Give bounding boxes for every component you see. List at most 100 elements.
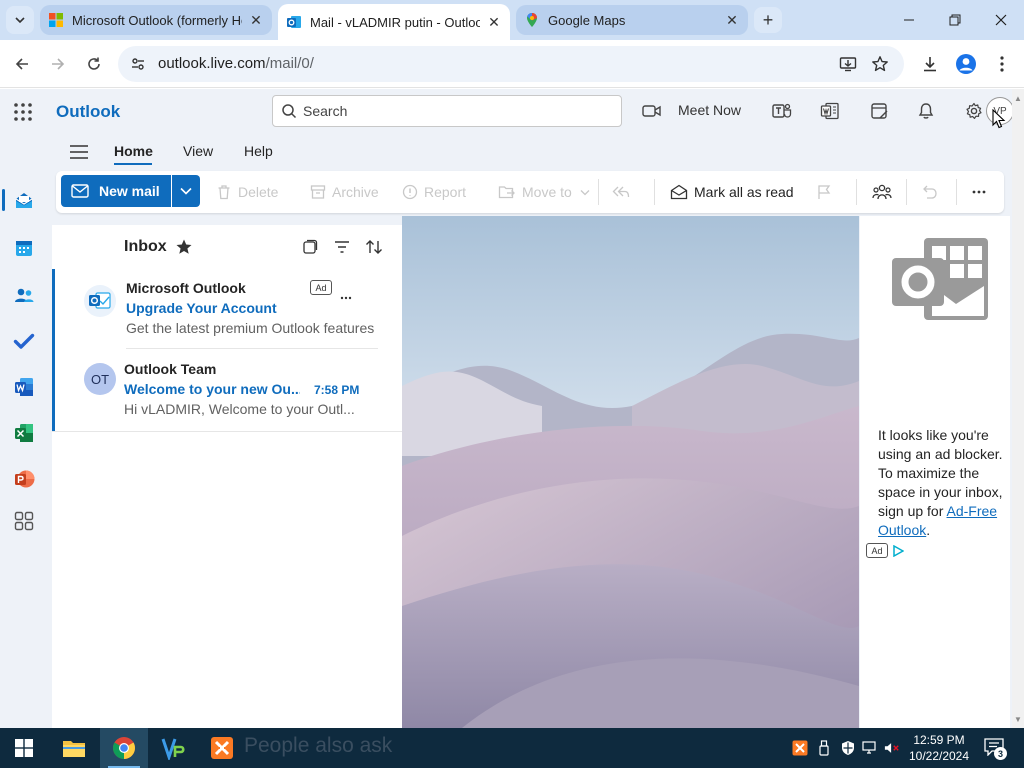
more-apps-icon <box>14 511 34 531</box>
tray-volume-muted-icon[interactable] <box>884 740 900 756</box>
rail-people[interactable] <box>12 283 36 307</box>
envelope-open-icon <box>670 184 688 200</box>
rail-calendar[interactable] <box>12 236 36 260</box>
browser-menu-icon[interactable] <box>992 54 1012 74</box>
address-bar[interactable]: outlook.live.com/mail/0/ <box>118 46 904 82</box>
install-app-icon[interactable] <box>838 54 858 74</box>
message-divider <box>52 431 402 432</box>
rail-more-apps[interactable] <box>12 509 36 533</box>
mouse-cursor-icon <box>992 109 1006 129</box>
new-mail-button[interactable]: New mail <box>61 175 171 207</box>
restore-button[interactable] <box>932 0 978 40</box>
start-button[interactable] <box>0 728 48 768</box>
rail-excel[interactable] <box>12 421 36 445</box>
message-preview: Hi vLADMIR, Welcome to your Outl... <box>124 401 355 417</box>
browser-tab-microsoft-outlook[interactable]: Microsoft Outlook (formerly Ho ✕ <box>40 5 272 35</box>
archive-button[interactable]: Archive <box>310 181 379 203</box>
rail-todo[interactable] <box>12 329 36 353</box>
tab-help[interactable]: Help <box>244 143 273 159</box>
close-window-button[interactable] <box>978 0 1024 40</box>
active-tab-indicator <box>114 163 152 165</box>
undo-button[interactable] <box>922 181 944 203</box>
rail-mail[interactable] <box>12 189 36 213</box>
scroll-up-arrow-icon[interactable]: ▲ <box>1014 95 1022 103</box>
settings-gear-icon[interactable] <box>964 101 984 121</box>
back-button[interactable] <box>8 50 36 78</box>
browser-tab-google-maps[interactable]: Google Maps ✕ <box>516 5 748 35</box>
scroll-down-arrow-icon[interactable]: ▼ <box>1014 716 1022 724</box>
report-label: Report <box>424 184 467 200</box>
tab-home[interactable]: Home <box>114 143 153 159</box>
browser-tab-mail[interactable]: Mail - vLADMIR putin - Outlook ✕ <box>278 4 510 40</box>
taskbar-file-explorer[interactable] <box>50 728 98 768</box>
forward-button[interactable] <box>44 50 72 78</box>
flag-button[interactable] <box>816 181 838 203</box>
bookmark-star-icon[interactable] <box>870 54 890 74</box>
taskbar-clock[interactable]: 12:59 PM 10/22/2024 <box>902 732 976 764</box>
meet-now-icon[interactable] <box>642 101 662 121</box>
notifications-bell-icon[interactable] <box>916 101 936 121</box>
delete-button[interactable]: Delete <box>216 181 278 203</box>
message-subject: Welcome to your new Ou... <box>124 381 300 397</box>
mail-compose-icon <box>71 184 89 198</box>
close-tab-icon[interactable]: ✕ <box>486 14 502 30</box>
filter-icon[interactable] <box>332 237 352 257</box>
ribbon-separator <box>856 179 857 205</box>
meet-now-button[interactable]: Meet Now <box>678 102 741 118</box>
office-apps-icon[interactable] <box>820 101 840 121</box>
taskbar-app-v[interactable] <box>150 728 198 768</box>
new-tab-button[interactable]: + <box>754 7 782 33</box>
taskbar-xampp[interactable] <box>198 728 246 768</box>
reply-all-button[interactable] <box>612 181 636 203</box>
ribbon-separator <box>956 179 957 205</box>
tray-defender-icon[interactable] <box>840 740 856 756</box>
page-scrollbar[interactable]: ▲ ▼ <box>1012 89 1024 728</box>
ribbon-separator <box>906 179 907 205</box>
google-maps-icon <box>527 13 537 27</box>
site-info-icon[interactable] <box>126 52 150 76</box>
tray-xampp-icon[interactable] <box>792 740 808 756</box>
groups-button[interactable] <box>872 181 898 203</box>
outlook-brand[interactable]: Outlook <box>56 102 120 122</box>
tray-network-icon[interactable] <box>862 740 878 756</box>
taskbar-chrome[interactable] <box>100 728 148 768</box>
message-list-pane: Inbox Microsoft Outlook Ad Upgrade Your … <box>52 225 402 728</box>
download-icon[interactable] <box>920 54 940 74</box>
message-item-ad[interactable]: Microsoft Outlook Ad Upgrade Your Accoun… <box>52 269 402 349</box>
new-mail-label: New mail <box>99 183 160 199</box>
select-icon[interactable] <box>300 237 320 257</box>
ad-choices[interactable]: Ad <box>866 543 904 558</box>
notification-count: 3 <box>994 747 1007 760</box>
reload-button[interactable] <box>80 50 108 78</box>
tray-usb-icon[interactable] <box>816 740 832 756</box>
rail-word[interactable] <box>12 375 36 399</box>
trash-icon <box>216 184 232 200</box>
archive-icon <box>310 184 326 200</box>
teams-icon[interactable] <box>772 101 792 121</box>
sort-icon[interactable] <box>364 237 384 257</box>
search-input[interactable] <box>303 101 603 121</box>
tab-search-button[interactable] <box>6 6 34 34</box>
move-to-button[interactable]: Move to <box>498 181 590 203</box>
new-mail-dropdown[interactable] <box>172 175 200 207</box>
more-actions-button[interactable] <box>972 181 992 203</box>
action-center-button[interactable]: 3 <box>984 738 1007 760</box>
xampp-icon <box>211 737 233 759</box>
close-tab-icon[interactable]: ✕ <box>724 12 740 28</box>
more-horizontal-icon <box>972 190 986 194</box>
tab-view[interactable]: View <box>183 143 213 159</box>
mark-all-read-button[interactable]: Mark all as read <box>670 181 794 203</box>
profile-icon[interactable] <box>954 52 978 76</box>
app-launcher-icon[interactable] <box>12 101 34 123</box>
message-item-welcome[interactable]: OT Outlook Team Welcome to your new Ou..… <box>52 349 402 431</box>
chevron-down-icon <box>580 189 590 195</box>
rail-powerpoint[interactable] <box>12 467 36 491</box>
close-tab-icon[interactable]: ✕ <box>248 12 264 28</box>
my-day-icon[interactable] <box>870 101 890 121</box>
minimize-button[interactable] <box>886 0 932 40</box>
favorite-star-icon[interactable] <box>174 237 194 257</box>
hamburger-menu-icon[interactable] <box>68 142 90 162</box>
unread-indicator <box>52 269 55 349</box>
report-button[interactable]: Report <box>402 181 466 203</box>
search-box[interactable] <box>272 95 622 127</box>
